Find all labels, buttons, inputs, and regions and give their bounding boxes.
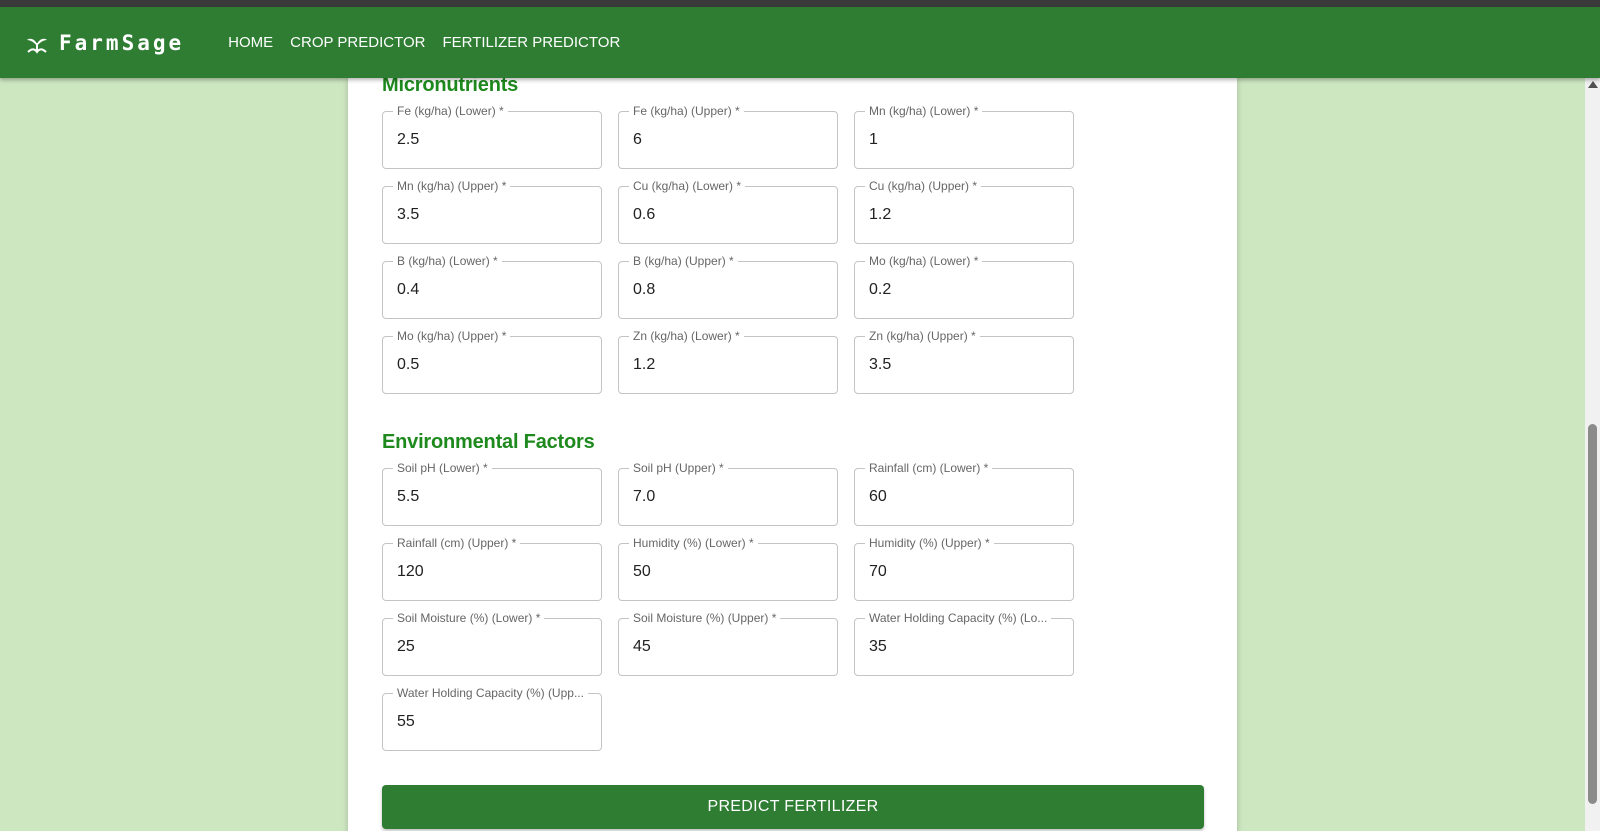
field-label: Mn (kg/ha) (Lower) * — [865, 104, 983, 118]
nav-link-fertilizer-predictor[interactable]: FERTILIZER PREDICTOR — [434, 28, 628, 57]
brand[interactable]: FarmSage — [25, 31, 184, 55]
soil-moisture-upper-input[interactable] — [633, 638, 823, 656]
page-scrollbar[interactable] — [1585, 78, 1600, 831]
fertilizer-form-card: Micronutrients Fe (kg/ha) (Lower) * Fe (… — [348, 74, 1237, 831]
b-upper-input[interactable] — [633, 281, 823, 299]
field-label: Soil Moisture (%) (Lower) * — [393, 611, 545, 625]
mo-lower-input[interactable] — [869, 281, 1059, 299]
water-holding-lower-field[interactable]: Water Holding Capacity (%) (Lo... — [854, 611, 1074, 676]
field-label: Water Holding Capacity (%) (Upp... — [393, 686, 588, 700]
soil-ph-lower-input[interactable] — [397, 488, 587, 506]
mn-lower-input[interactable] — [869, 131, 1059, 149]
rainfall-lower-field[interactable]: Rainfall (cm) (Lower) * — [854, 461, 1074, 526]
b-lower-input[interactable] — [397, 281, 587, 299]
humidity-lower-field[interactable]: Humidity (%) (Lower) * — [618, 536, 838, 601]
field-label: Zn (kg/ha) (Upper) * — [865, 329, 980, 343]
sprout-icon — [25, 32, 49, 54]
nav-link-home[interactable]: HOME — [220, 28, 281, 57]
soil-ph-upper-input[interactable] — [633, 488, 823, 506]
field-label: Soil Moisture (%) (Upper) * — [629, 611, 781, 625]
field-label: Humidity (%) (Lower) * — [629, 536, 758, 550]
fe-upper-field[interactable]: Fe (kg/ha) (Upper) * — [618, 104, 838, 169]
cu-upper-input[interactable] — [869, 206, 1059, 224]
nav-link-crop-predictor[interactable]: CROP PREDICTOR — [282, 28, 433, 57]
soil-moisture-lower-field[interactable]: Soil Moisture (%) (Lower) * — [382, 611, 602, 676]
field-label: Cu (kg/ha) (Lower) * — [629, 179, 746, 193]
humidity-upper-input[interactable] — [869, 563, 1059, 581]
field-label: Mo (kg/ha) (Upper) * — [393, 329, 511, 343]
rainfall-upper-field[interactable]: Rainfall (cm) (Upper) * — [382, 536, 602, 601]
cu-lower-field[interactable]: Cu (kg/ha) (Lower) * — [618, 179, 838, 244]
soil-moisture-upper-field[interactable]: Soil Moisture (%) (Upper) * — [618, 611, 838, 676]
zn-lower-input[interactable] — [633, 356, 823, 374]
brand-name: FarmSage — [59, 30, 185, 55]
mo-lower-field[interactable]: Mo (kg/ha) (Lower) * — [854, 254, 1074, 319]
field-label: Rainfall (cm) (Lower) * — [865, 461, 993, 475]
water-holding-lower-input[interactable] — [869, 638, 1059, 656]
scroll-up-arrow-icon[interactable] — [1588, 81, 1598, 88]
field-label: Soil pH (Upper) * — [629, 461, 728, 475]
browser-top-strip — [0, 0, 1600, 7]
zn-upper-input[interactable] — [869, 356, 1059, 374]
field-label: Rainfall (cm) (Upper) * — [393, 536, 521, 550]
field-label: Cu (kg/ha) (Upper) * — [865, 179, 982, 193]
section-title-environmental-factors: Environmental Factors — [382, 431, 595, 453]
water-holding-upper-input[interactable] — [397, 713, 587, 731]
mo-upper-input[interactable] — [397, 356, 587, 374]
field-label: B (kg/ha) (Lower) * — [393, 254, 502, 268]
mn-upper-field[interactable]: Mn (kg/ha) (Upper) * — [382, 179, 602, 244]
predict-fertilizer-button[interactable]: PREDICT FERTILIZER — [382, 785, 1204, 829]
water-holding-upper-field[interactable]: Water Holding Capacity (%) (Upp... — [382, 686, 602, 751]
soil-ph-lower-field[interactable]: Soil pH (Lower) * — [382, 461, 602, 526]
field-label: Humidity (%) (Upper) * — [865, 536, 994, 550]
b-lower-field[interactable]: B (kg/ha) (Lower) * — [382, 254, 602, 319]
zn-upper-field[interactable]: Zn (kg/ha) (Upper) * — [854, 329, 1074, 394]
field-label: Soil pH (Lower) * — [393, 461, 492, 475]
mn-upper-input[interactable] — [397, 206, 587, 224]
rainfall-lower-input[interactable] — [869, 488, 1059, 506]
field-label: Fe (kg/ha) (Upper) * — [629, 104, 744, 118]
field-label: Water Holding Capacity (%) (Lo... — [865, 611, 1052, 625]
nav-links: HOME CROP PREDICTOR FERTILIZER PREDICTOR — [220, 28, 629, 57]
soil-moisture-lower-input[interactable] — [397, 638, 587, 656]
b-upper-field[interactable]: B (kg/ha) (Upper) * — [618, 254, 838, 319]
soil-ph-upper-field[interactable]: Soil pH (Upper) * — [618, 461, 838, 526]
scrollbar-thumb[interactable] — [1588, 424, 1597, 804]
fe-upper-input[interactable] — [633, 131, 823, 149]
field-label: B (kg/ha) (Upper) * — [629, 254, 738, 268]
cu-lower-input[interactable] — [633, 206, 823, 224]
rainfall-upper-input[interactable] — [397, 563, 587, 581]
mo-upper-field[interactable]: Mo (kg/ha) (Upper) * — [382, 329, 602, 394]
mn-lower-field[interactable]: Mn (kg/ha) (Lower) * — [854, 104, 1074, 169]
humidity-lower-input[interactable] — [633, 563, 823, 581]
humidity-upper-field[interactable]: Humidity (%) (Upper) * — [854, 536, 1074, 601]
field-label: Mo (kg/ha) (Lower) * — [865, 254, 983, 268]
field-label: Fe (kg/ha) (Lower) * — [393, 104, 508, 118]
cu-upper-field[interactable]: Cu (kg/ha) (Upper) * — [854, 179, 1074, 244]
navbar: FarmSage HOME CROP PREDICTOR FERTILIZER … — [0, 7, 1600, 78]
field-label: Mn (kg/ha) (Upper) * — [393, 179, 511, 193]
zn-lower-field[interactable]: Zn (kg/ha) (Lower) * — [618, 329, 838, 394]
field-label: Zn (kg/ha) (Lower) * — [629, 329, 744, 343]
fe-lower-field[interactable]: Fe (kg/ha) (Lower) * — [382, 104, 602, 169]
fe-lower-input[interactable] — [397, 131, 587, 149]
